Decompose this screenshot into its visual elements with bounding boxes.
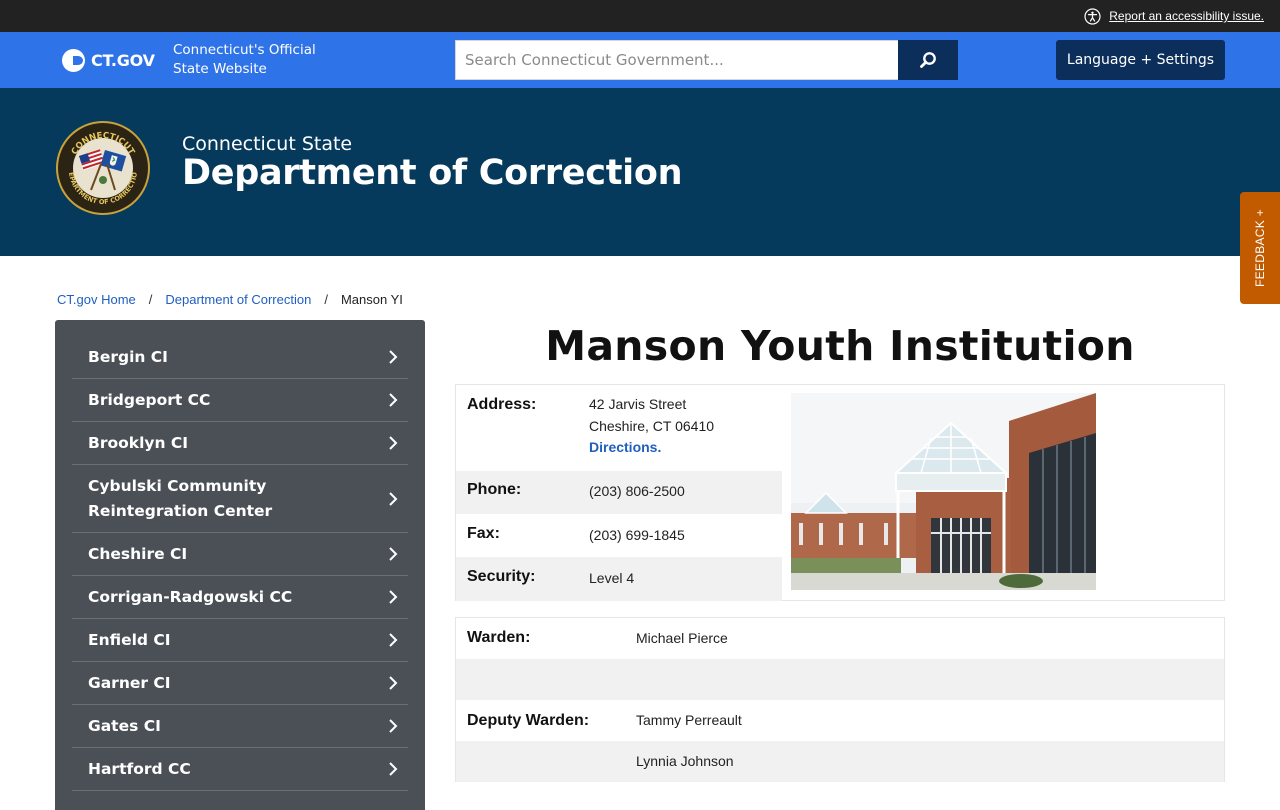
staff-table: Warden: Michael Pierce Deputy Warden: Ta… [455,617,1225,782]
deputy-warden-value-2: Lynnia Johnson [636,753,734,769]
chevron-right-icon [389,393,398,407]
chevron-right-icon [389,547,398,561]
phone-label: Phone: [467,481,522,498]
breadcrumb-current: Manson YI [340,292,403,307]
search-form [455,40,958,80]
address-value: 42 Jarvis Street Cheshire, CT 06410 Dire… [589,394,714,459]
sidebar-item-cheshire-ci[interactable]: Cheshire CI [72,533,408,576]
agency-name[interactable]: Department of Correction [182,153,682,193]
fax-row: Fax: (203) 699-1845 [456,514,782,557]
deputy-warden-row: Deputy Warden: Tammy Perreault [456,700,1224,741]
chevron-right-icon [389,676,398,690]
sidebar-item-label: Cheshire CI [88,544,188,563]
ctgov-header: CT.GOV Connecticut's Official State Webs… [0,32,1280,88]
sidebar-item-label: Bergin CI [88,347,168,366]
sidebar-item-label: Cybulski Community Reintegration Center [88,476,273,520]
search-button[interactable] [898,40,958,80]
sidebar-item-cybulski-crc[interactable]: Cybulski Community Reintegration Center [72,465,408,533]
fax-value: (203) 699-1845 [589,527,685,543]
phone-row: Phone: (203) 806-2500 [456,471,782,514]
search-input[interactable] [455,40,898,80]
ctgov-logo-icon [62,48,85,72]
sidebar-item-enfield-ci[interactable]: Enfield CI [72,619,408,662]
accessibility-link-label: Report an accessibility issue. [1109,9,1264,23]
accessibility-report-link[interactable]: Report an accessibility issue. [1084,5,1264,27]
facility-photo [791,393,1096,590]
facility-sidebar-nav: Bergin CI Bridgeport CC Brooklyn CI Cybu… [55,320,425,810]
ctgov-tagline: Connecticut's Official State Website [173,41,353,79]
ctgov-logo-link[interactable]: CT.GOV [62,48,155,72]
language-settings-button[interactable]: Language + Settings [1056,40,1225,80]
warden-label: Warden: [467,629,531,646]
empty-row [456,659,1224,700]
sidebar-item-label: Hartford CC [88,759,191,778]
security-value: Level 4 [589,570,635,586]
agency-banner: CONNECTICUT DEPARTMENT OF CORRECTION Con… [0,88,1280,256]
feedback-label: FEEDBACK + [1253,208,1267,288]
chevron-right-icon [389,633,398,647]
directions-link[interactable]: Directions. [589,439,661,455]
sidebar-item-gates-ci[interactable]: Gates CI [72,705,408,748]
agency-prefix: Connecticut State [182,133,353,155]
search-icon [920,52,936,68]
phone-value: (203) 806-2500 [589,483,685,499]
security-row: Security: Level 4 [456,557,782,601]
address-label: Address: [467,396,537,413]
breadcrumb-home[interactable]: CT.gov Home [57,292,136,307]
deputy-warden-row-2: Lynnia Johnson [456,741,1224,782]
sidebar-item-bergin-ci[interactable]: Bergin CI [72,336,408,379]
address-line-2: Cheshire, CT 06410 [589,417,715,434]
fax-label: Fax: [467,525,500,542]
sidebar-item-bridgeport-cc[interactable]: Bridgeport CC [72,379,408,422]
sidebar-item-label: Brooklyn CI [88,433,189,452]
tagline-line-1: Connecticut's Official [173,42,316,58]
sidebar-item-corrigan-radgowski-cc[interactable]: Corrigan-Radgowski CC [72,576,408,619]
chevron-right-icon [389,491,398,506]
address-line-1: 42 Jarvis Street [589,396,687,412]
sidebar-item-hartford-cc[interactable]: Hartford CC [72,748,408,791]
deputy-warden-value: Tammy Perreault [636,712,742,728]
chevron-right-icon [389,719,398,733]
ctgov-brand: CT.GOV [91,50,155,70]
breadcrumb-department[interactable]: Department of Correction [165,292,311,307]
sidebar-item-label: Gates CI [88,716,161,735]
feedback-tab[interactable]: FEEDBACK + [1240,192,1280,304]
breadcrumb-separator: / [324,292,328,307]
chevron-right-icon [389,436,398,450]
utility-bar: Report an accessibility issue. [0,0,1280,32]
breadcrumb-separator: / [148,292,153,307]
sidebar-item-label: Enfield CI [88,630,171,649]
security-label: Security: [467,568,536,585]
facility-info-table: Address: 42 Jarvis Street Cheshire, CT 0… [455,384,1225,601]
warden-value: Michael Pierce [636,630,728,646]
warden-row: Warden: Michael Pierce [456,618,1224,659]
accessibility-icon [1084,7,1101,25]
chevron-right-icon [389,762,398,776]
breadcrumb: CT.gov Home / Department of Correction /… [57,292,403,307]
sidebar-item-label: Bridgeport CC [88,390,211,409]
page-title: Manson Youth Institution [545,322,1135,370]
sidebar-item-brooklyn-ci[interactable]: Brooklyn CI [72,422,408,465]
chevron-right-icon [389,590,398,604]
sidebar-item-garner-ci[interactable]: Garner CI [72,662,408,705]
doc-seal-logo[interactable]: CONNECTICUT DEPARTMENT OF CORRECTION [55,120,151,216]
tagline-line-2: State Website [173,61,267,77]
address-row: Address: 42 Jarvis Street Cheshire, CT 0… [456,385,782,471]
sidebar-item-label: Garner CI [88,673,171,692]
chevron-right-icon [389,350,398,364]
sidebar-item-label: Corrigan-Radgowski CC [88,587,293,606]
deputy-warden-label: Deputy Warden: [467,712,590,729]
